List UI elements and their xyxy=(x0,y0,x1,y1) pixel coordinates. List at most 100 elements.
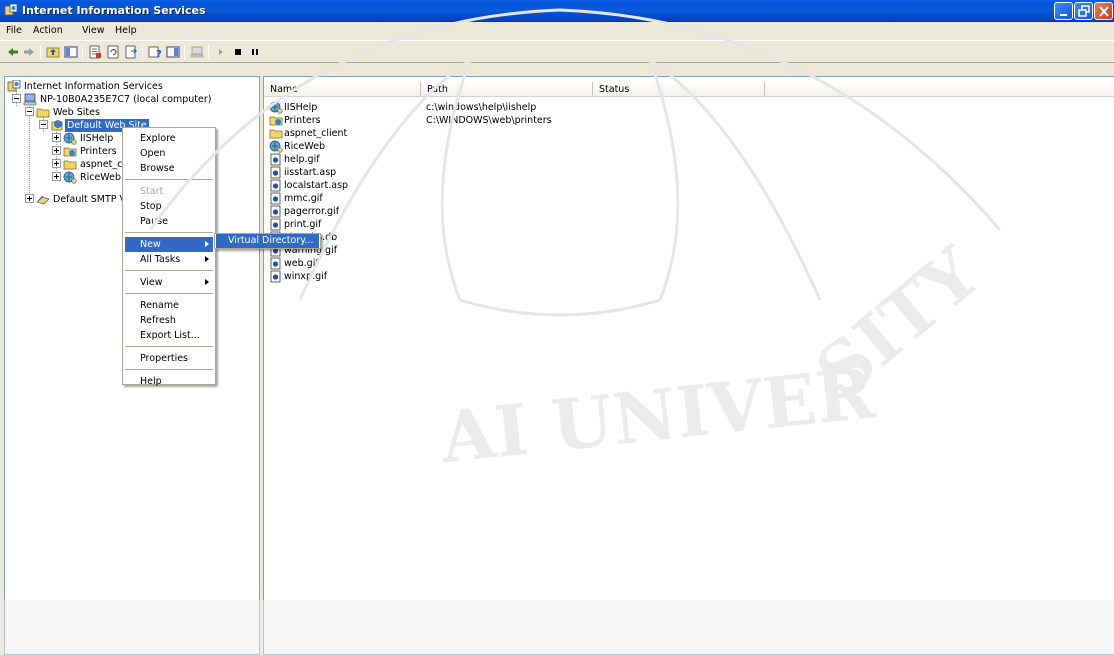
export-list-icon[interactable] xyxy=(124,45,138,59)
tree-expand-toggle[interactable] xyxy=(52,146,61,155)
tree-expand-toggle[interactable] xyxy=(25,194,34,203)
tree-expand-toggle[interactable] xyxy=(52,159,61,168)
maximize-icon xyxy=(1078,5,1090,17)
stop-icon[interactable] xyxy=(231,45,245,59)
tree-item-iis-root[interactable]: Internet Information Services xyxy=(7,80,257,93)
context-menu-item-browse[interactable]: Browse xyxy=(125,161,213,176)
list-cell-name: help.gif xyxy=(284,154,320,165)
context-menu-item-new[interactable]: New xyxy=(125,237,213,252)
iis-root-icon xyxy=(7,80,21,92)
menu-item-virtual-directory[interactable]: Virtual Directory... xyxy=(216,234,319,248)
file-icon xyxy=(270,218,281,231)
context-menu-item-view[interactable]: View xyxy=(125,275,213,290)
tree-item-local-computer[interactable]: NP-10B0A235E7C7 (local computer) xyxy=(23,93,253,106)
close-button[interactable] xyxy=(1094,2,1113,20)
menu-action[interactable]: Action xyxy=(33,25,63,36)
column-header-status[interactable]: Status xyxy=(593,82,765,97)
context-menu-item-pause[interactable]: Pause xyxy=(125,214,213,229)
list-cell-path: c:\windows\help\iishelp xyxy=(426,102,537,113)
menu-file[interactable]: File xyxy=(6,25,22,36)
svg-text:?: ? xyxy=(156,49,162,59)
tree-expand-toggle[interactable] xyxy=(52,133,61,142)
iis-window: Internet Information Services File Actio… xyxy=(0,0,1114,655)
context-menu-item-label: View xyxy=(140,277,163,288)
context-menu-item-rename[interactable]: Rename xyxy=(125,298,213,313)
menu-bar: File Action View Help xyxy=(0,22,1114,40)
pause-icon[interactable] xyxy=(248,45,262,59)
tree-item-label: Internet Information Services xyxy=(24,81,163,92)
folder-icon xyxy=(63,160,77,170)
new-submenu: Virtual Directory... xyxy=(214,233,321,249)
context-menu-item-label: Open xyxy=(140,148,166,159)
list-cell-path: C:\WINDOWS\web\printers xyxy=(426,115,552,126)
tree-expand-toggle[interactable] xyxy=(52,172,61,181)
title-bar[interactable]: Internet Information Services xyxy=(0,0,1114,22)
maximize-button[interactable] xyxy=(1074,2,1093,20)
minimize-button[interactable] xyxy=(1054,2,1073,20)
properties-icon[interactable] xyxy=(88,45,102,59)
list-cell-name: IISHelp xyxy=(284,102,318,113)
tree-collapse-toggle[interactable] xyxy=(39,120,48,129)
context-menu-separator xyxy=(125,369,213,370)
context-menu-separator xyxy=(125,232,213,233)
virtual-directory-icon xyxy=(63,132,77,145)
forward-arrow-icon[interactable] xyxy=(22,45,36,59)
context-menu-item-label: Properties xyxy=(140,353,189,364)
tree-collapse-toggle[interactable] xyxy=(25,107,34,116)
console-tree-icon[interactable] xyxy=(166,45,180,59)
file-icon xyxy=(270,166,281,179)
list-cell-name: iisstart.asp xyxy=(284,167,337,178)
tree-item-label: NP-10B0A235E7C7 (local computer) xyxy=(40,94,212,105)
context-menu-separator xyxy=(125,270,213,271)
pane-gap xyxy=(0,64,1114,76)
virtual-directory-icon xyxy=(63,171,77,184)
column-header-filler xyxy=(765,82,1114,97)
context-menu-item-label: New xyxy=(140,239,161,250)
printers-folder-icon xyxy=(269,116,283,126)
tree-item-label: Printers xyxy=(80,146,117,157)
context-menu-item-help[interactable]: Help xyxy=(125,374,213,389)
context-menu-item-stop[interactable]: Stop xyxy=(125,199,213,214)
start-icon[interactable] xyxy=(214,45,228,59)
context-menu-item-label: All Tasks xyxy=(140,254,181,265)
help-icon[interactable]: ? xyxy=(148,45,162,59)
context-menu-item-label: Rename xyxy=(140,300,179,311)
file-icon xyxy=(270,205,281,218)
context-menu-item-explore[interactable]: Explore xyxy=(125,131,213,146)
context-menu-item-all-tasks[interactable]: All Tasks xyxy=(125,252,213,267)
context-menu-item-properties[interactable]: Properties xyxy=(125,351,213,366)
context-menu-item-start[interactable]: Start xyxy=(125,184,213,199)
tree-item-web-sites[interactable]: Web Sites xyxy=(36,106,236,119)
tree-item-label: IISHelp xyxy=(80,133,114,144)
refresh-icon[interactable] xyxy=(106,45,120,59)
show-hide-tree-icon[interactable] xyxy=(64,45,78,59)
minimize-icon xyxy=(1060,14,1067,16)
window-title: Internet Information Services xyxy=(22,4,206,17)
close-icon xyxy=(1099,6,1109,17)
column-header-path[interactable]: Path xyxy=(421,82,593,97)
context-menu-item-refresh[interactable]: Refresh xyxy=(125,313,213,328)
back-arrow-icon[interactable] xyxy=(6,45,20,59)
menu-help[interactable]: Help xyxy=(115,25,137,36)
web-site-icon xyxy=(51,120,63,131)
menu-view[interactable]: View xyxy=(82,25,105,36)
list-header: Name Path Status xyxy=(264,82,1114,97)
list-cell-name: print.gif xyxy=(284,219,322,230)
details-list-pane[interactable]: Name Path Status IISHelp c:\windows\help\… xyxy=(263,76,1114,655)
computer-icon[interactable] xyxy=(190,45,204,59)
printers-folder-icon xyxy=(63,147,77,157)
column-header-name[interactable]: Name xyxy=(264,82,421,97)
list-cell-name: pagerror.gif xyxy=(284,206,340,217)
submenu-arrow-icon xyxy=(205,279,209,285)
context-menu: Explore Open Browse Start Stop Pause New All Ta… xyxy=(122,127,216,387)
context-menu-item-label: Start xyxy=(140,186,164,197)
tree-collapse-toggle[interactable] xyxy=(12,94,21,103)
context-menu-item-label: Export List... xyxy=(140,330,200,341)
context-menu-item-open[interactable]: Open xyxy=(125,146,213,161)
iis-app-icon xyxy=(4,4,18,16)
up-folder-icon[interactable] xyxy=(46,45,60,59)
context-menu-item-export-list[interactable]: Export List... xyxy=(125,328,213,343)
virtual-directory-icon xyxy=(269,140,283,153)
context-menu-item-label: Stop xyxy=(140,201,162,212)
context-menu-separator xyxy=(125,293,213,294)
